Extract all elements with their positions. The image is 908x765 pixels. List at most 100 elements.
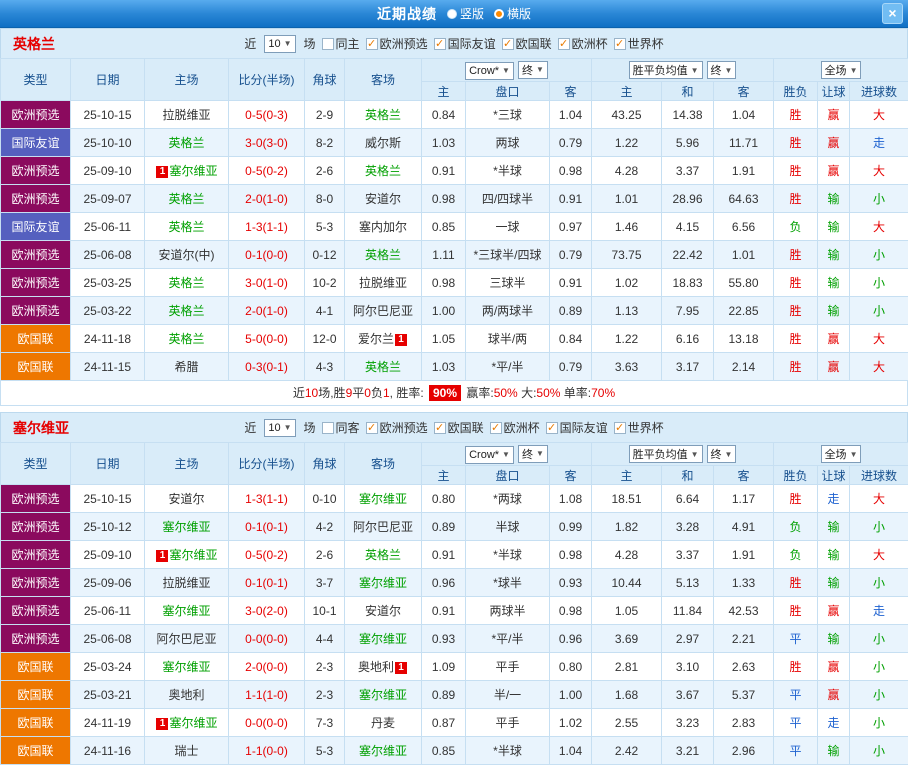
filter-checkbox[interactable]: ✓国际友谊 — [434, 35, 496, 52]
avg-odds-group: 胜平负均值▼终▼ — [592, 443, 774, 466]
handicap-line: *三球 — [466, 101, 550, 129]
home-odds: 1.09 — [422, 653, 466, 681]
result-outcome: 负 — [774, 513, 818, 541]
corner-count: 0-10 — [305, 485, 345, 513]
result-handicap: 输 — [818, 569, 850, 597]
result-goals: 小 — [850, 625, 908, 653]
filter-checkbox[interactable]: ✓欧洲杯 — [558, 35, 608, 52]
result-outcome: 胜 — [774, 485, 818, 513]
match-score: 1-1(1-0) — [229, 681, 305, 709]
match-count-select[interactable]: 10▼ — [264, 419, 295, 437]
filter-checkbox[interactable]: ✓世界杯 — [614, 35, 664, 52]
summary-segment: 单率: — [560, 386, 591, 400]
avg-draw-odds: 6.64 — [662, 485, 714, 513]
matches-label: 场 — [304, 35, 316, 52]
filter-checkbox[interactable]: ✓国际友谊 — [546, 419, 608, 436]
avg-away-odds: 6.56 — [714, 213, 774, 241]
result-goals: 小 — [850, 653, 908, 681]
avg-away-odds: 42.53 — [714, 597, 774, 625]
final-select[interactable]: 终▼ — [518, 61, 548, 79]
final-select-2[interactable]: 终▼ — [707, 445, 737, 463]
dropdown-label: 终 — [711, 446, 722, 462]
red-card-badge: 1 — [156, 718, 168, 730]
result-goals: 小 — [850, 681, 908, 709]
match-score: 0-5(0-2) — [229, 541, 305, 569]
avg-draw-odds: 7.95 — [662, 297, 714, 325]
company-odds-group: Crow*▼终▼ — [422, 59, 592, 82]
filter-checkbox[interactable]: ✓欧国联 — [502, 35, 552, 52]
avg-odds-select[interactable]: 胜平负均值▼ — [629, 61, 703, 79]
final-select[interactable]: 终▼ — [518, 445, 548, 463]
filter-checkbox[interactable]: ✓欧洲预选 — [366, 419, 428, 436]
avg-home-odds: 3.63 — [592, 353, 662, 381]
layout-radio-vertical[interactable]: 竖版 — [447, 5, 484, 22]
column-subheader: 主 — [592, 82, 662, 101]
filter-checkbox[interactable]: 同主 — [322, 35, 360, 52]
column-subheader: 客 — [714, 82, 774, 101]
team-name: 安道尔 — [365, 604, 401, 618]
dropdown-label: 胜平负均值 — [633, 62, 688, 78]
layout-radio-horizontal[interactable]: 横版 — [494, 5, 531, 22]
checkbox-icon: ✓ — [502, 38, 514, 50]
match-score: 0-0(0-0) — [229, 625, 305, 653]
summary-segment: 平 — [352, 386, 364, 400]
column-subheader: 让球 — [818, 82, 850, 101]
scope-group: 全场▼ — [774, 59, 908, 82]
home-odds: 0.98 — [422, 185, 466, 213]
scope-select[interactable]: 全场▼ — [821, 61, 862, 79]
avg-home-odds: 1.01 — [592, 185, 662, 213]
summary-segment: 1 — [383, 386, 390, 400]
away-team-cell: 英格兰 — [345, 353, 422, 381]
match-score: 0-5(0-2) — [229, 157, 305, 185]
match-date: 25-09-06 — [71, 569, 145, 597]
chevron-down-icon: ▼ — [725, 450, 733, 459]
column-header: 类型 — [1, 59, 71, 101]
match-count-select[interactable]: 10▼ — [264, 35, 295, 53]
company-select[interactable]: Crow*▼ — [465, 62, 514, 80]
column-subheader: 主 — [592, 466, 662, 485]
result-goals: 大 — [850, 353, 908, 381]
away-team-cell: 塞尔维亚 — [345, 485, 422, 513]
radio-unselected-icon — [447, 9, 457, 19]
company-select[interactable]: Crow*▼ — [465, 446, 514, 464]
close-icon[interactable]: × — [882, 3, 903, 24]
result-outcome: 胜 — [774, 269, 818, 297]
match-row: 欧国联24-11-15希腊0-3(0-1)4-3英格兰1.03*平/半0.793… — [1, 353, 908, 381]
scope-select[interactable]: 全场▼ — [821, 445, 862, 463]
corner-count: 3-7 — [305, 569, 345, 597]
avg-home-odds: 4.28 — [592, 157, 662, 185]
corner-count: 8-0 — [305, 185, 345, 213]
avg-home-odds: 2.55 — [592, 709, 662, 737]
home-team-cell: 英格兰 — [145, 325, 229, 353]
result-outcome: 胜 — [774, 569, 818, 597]
handicap-line: 三球半 — [466, 269, 550, 297]
team-name: 塞尔维亚 — [162, 660, 210, 674]
avg-home-odds: 1.22 — [592, 325, 662, 353]
filter-checkbox[interactable]: ✓世界杯 — [614, 419, 664, 436]
avg-home-odds: 3.69 — [592, 625, 662, 653]
away-team-cell: 塞尔维亚 — [345, 625, 422, 653]
match-row: 欧洲预选25-10-15安道尔1-3(1-1)0-10塞尔维亚0.80*两球1.… — [1, 485, 908, 513]
filter-checkbox[interactable]: 同客 — [322, 419, 360, 436]
home-team-cell: 英格兰 — [145, 269, 229, 297]
summary-segment: 赢率: — [463, 386, 494, 400]
avg-draw-odds: 3.28 — [662, 513, 714, 541]
team-name: 塞尔维亚 — [169, 164, 217, 178]
dropdown-label: 胜平负均值 — [633, 446, 688, 462]
column-subheader: 客 — [550, 82, 592, 101]
filter-checkbox[interactable]: ✓欧国联 — [434, 419, 484, 436]
home-odds: 1.03 — [422, 353, 466, 381]
checkbox-icon: ✓ — [614, 422, 626, 434]
avg-away-odds: 2.83 — [714, 709, 774, 737]
team-name: 奥地利 — [168, 688, 204, 702]
filter-checkbox[interactable]: ✓欧洲预选 — [366, 35, 428, 52]
avg-odds-select[interactable]: 胜平负均值▼ — [629, 445, 703, 463]
team-name: 塞尔维亚 — [169, 548, 217, 562]
team-name: 英格兰 — [365, 164, 401, 178]
result-goals: 小 — [850, 185, 908, 213]
final-select-2[interactable]: 终▼ — [707, 61, 737, 79]
match-row: 欧洲预选25-09-101塞尔维亚0-5(0-2)2-6英格兰0.91*半球0.… — [1, 541, 908, 569]
filter-checkbox[interactable]: ✓欧洲杯 — [490, 419, 540, 436]
column-subheader: 和 — [662, 82, 714, 101]
team-name: 阿尔巴尼亚 — [353, 520, 413, 534]
